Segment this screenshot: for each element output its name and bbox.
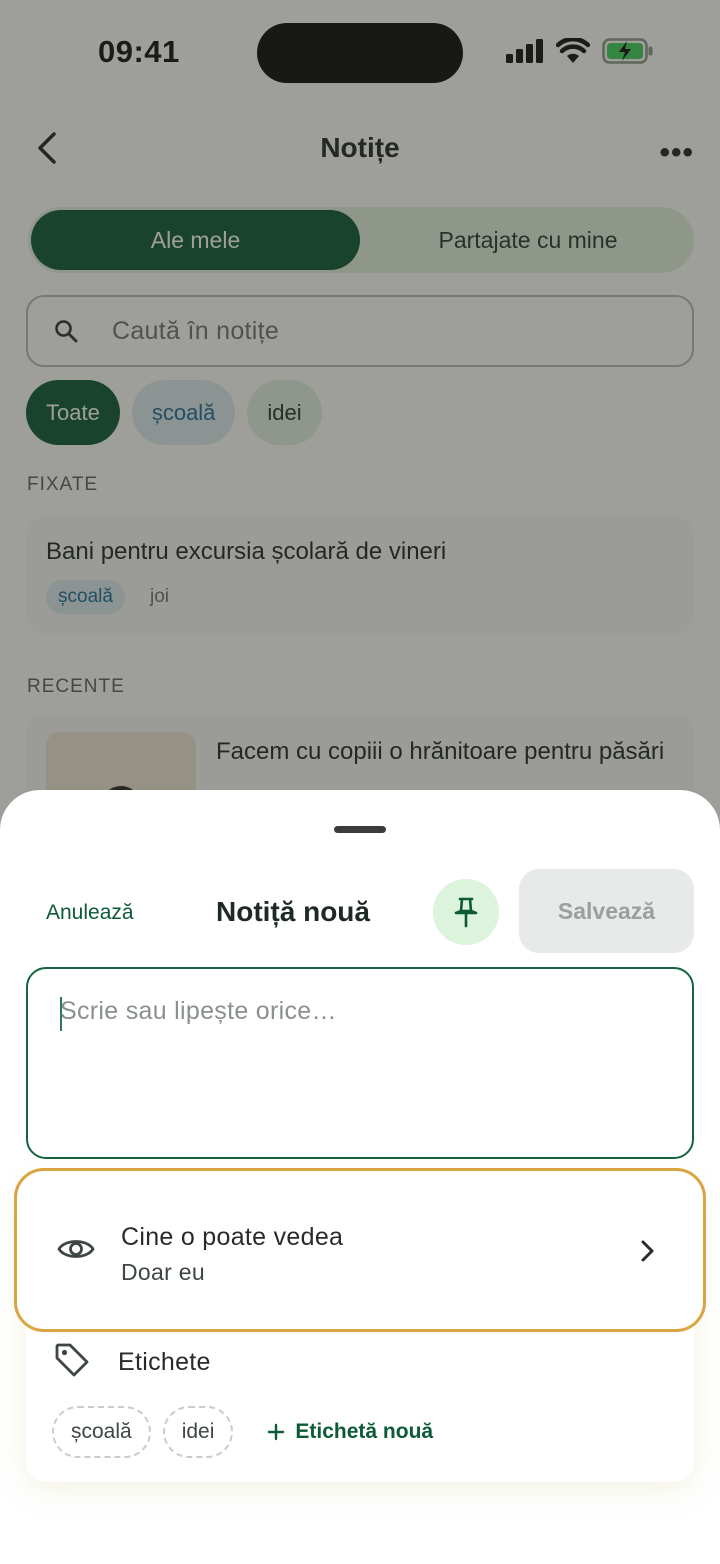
tag-list: școală idei Etichetă nouă bbox=[52, 1406, 433, 1458]
visibility-row[interactable]: Cine o poate vedea Doar eu bbox=[14, 1168, 706, 1332]
plus-icon bbox=[268, 1423, 285, 1441]
new-tag-button[interactable]: Etichetă nouă bbox=[267, 1420, 433, 1444]
eye-icon bbox=[57, 1240, 95, 1258]
visibility-row-content: Cine o poate vedea Doar eu bbox=[29, 1183, 691, 1319]
new-note-sheet: Anulează Notiță nouă Salvează Scrie sau … bbox=[0, 790, 720, 1564]
visibility-value: Doar eu bbox=[121, 1259, 205, 1285]
pin-icon bbox=[454, 897, 478, 928]
cancel-button[interactable]: Anulează bbox=[46, 901, 134, 925]
pin-button[interactable] bbox=[433, 879, 499, 945]
chevron-right-icon bbox=[641, 1240, 654, 1262]
note-text-input[interactable]: Scrie sau lipește orice… bbox=[26, 967, 694, 1159]
visibility-label: Cine o poate vedea bbox=[121, 1223, 344, 1251]
new-tag-label: Etichetă nouă bbox=[295, 1420, 434, 1443]
sheet-title: Notiță nouă bbox=[216, 896, 370, 927]
save-button[interactable]: Salvează bbox=[519, 869, 694, 953]
tags-label: Etichete bbox=[118, 1348, 211, 1376]
note-options-card: Cine o poate vedea Doar eu Etichete școa… bbox=[14, 1168, 706, 1482]
text-caret bbox=[60, 997, 62, 1031]
tag-chip-ideas[interactable]: idei bbox=[162, 1406, 234, 1458]
tag-icon bbox=[55, 1343, 89, 1377]
note-placeholder: Scrie sau lipește orice… bbox=[60, 997, 337, 1025]
sheet-grabber[interactable] bbox=[334, 826, 386, 833]
tag-chip-school[interactable]: școală bbox=[52, 1406, 151, 1458]
